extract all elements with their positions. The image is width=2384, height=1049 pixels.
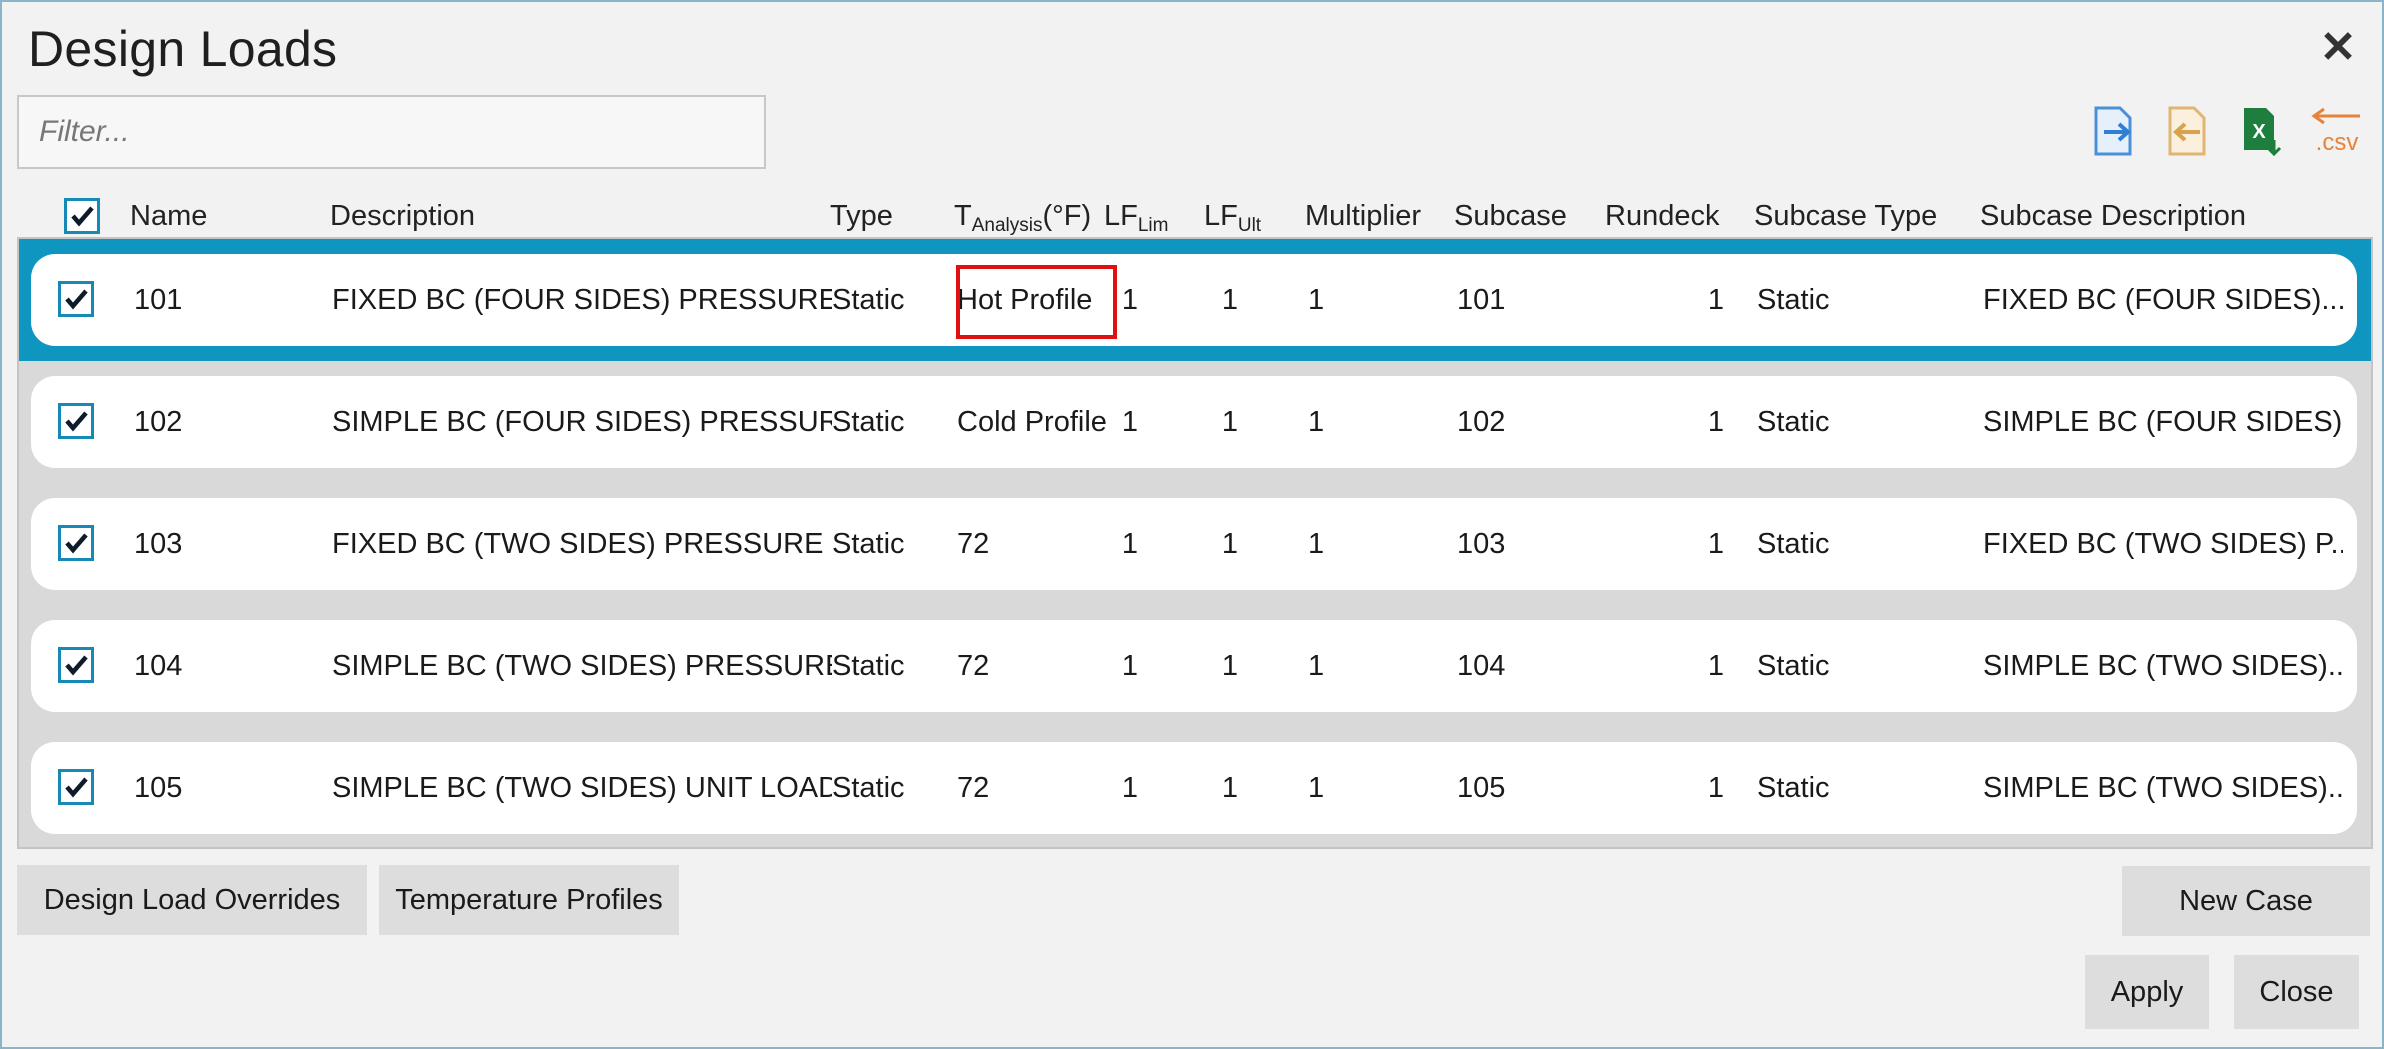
cell-subcase: 102 [1457,406,1506,438]
table-row[interactable]: 104 SIMPLE BC (TWO SIDES) PRESSURE Stati… [31,620,2357,712]
cell-lf-ult: 1 [1221,772,1238,804]
row-checkbox[interactable] [58,281,94,317]
cell-description: SIMPLE BC (FOUR SIDES) PRESSURE [332,406,832,438]
table-row[interactable]: 102 SIMPLE BC (FOUR SIDES) PRESSURE Stat… [31,376,2357,468]
lf-ult-sub: Ult [1237,215,1262,236]
cell-name: 103 [134,528,183,560]
cell-t-analysis[interactable]: 72 [957,742,1110,834]
cell-description: FIXED BC (FOUR SIDES) PRESSURE [332,284,832,316]
apply-button[interactable]: Apply [2085,955,2209,1029]
csv-label: .csv [2316,129,2359,156]
temperature-profiles-button[interactable]: Temperature Profiles [379,865,679,935]
cell-subcase-description: SIMPLE BC (TWO SIDES)... [1983,650,2343,682]
cell-description: FIXED BC (TWO SIDES) PRESSURE [332,528,824,560]
cell-multiplier: 1 [1308,772,1325,804]
table-row[interactable]: 105 SIMPLE BC (TWO SIDES) UNIT LOAD Stat… [31,742,2357,834]
csv-import-icon[interactable]: .csv [2306,106,2366,156]
dialog-title: Design Loads [28,21,338,77]
cell-name: 104 [134,650,183,682]
col-header-lf-lim[interactable]: LFLim [1104,200,1168,237]
cell-name: 102 [134,406,183,438]
close-icon[interactable]: ✕ [2318,26,2358,70]
cell-multiplier: 1 [1308,406,1325,438]
cell-subcase-type: Static [1757,406,1830,438]
cell-lf-ult: 1 [1221,650,1238,682]
cell-subcase-type: Static [1757,772,1830,804]
new-case-button[interactable]: New Case [2122,866,2370,936]
cell-subcase: 101 [1457,284,1506,316]
excel-export-icon[interactable]: X [2240,106,2284,157]
import-icon[interactable] [2166,106,2210,156]
cell-subcase: 103 [1457,528,1506,560]
cell-multiplier: 1 [1308,528,1325,560]
col-header-name[interactable]: Name [130,200,207,233]
row-checkbox[interactable] [58,403,94,439]
cell-lf-ult: 1 [1221,528,1238,560]
col-header-subcase-type[interactable]: Subcase Type [1754,200,1937,233]
t-analysis-unit: (°F) [1042,200,1092,232]
design-load-overrides-button[interactable]: Design Load Overrides [17,865,367,935]
cell-type: Static [832,284,905,316]
cell-rundeck: 1 [1707,650,1724,682]
t-analysis-sub: Analysis [971,215,1043,236]
cell-multiplier: 1 [1308,650,1325,682]
select-all-checkbox[interactable] [64,198,100,234]
cell-subcase-type: Static [1757,650,1830,682]
col-header-subcase-description[interactable]: Subcase Description [1980,200,2246,233]
design-loads-dialog: Design Loads ✕ X .csv Name [0,0,2384,1049]
table-row[interactable]: 101 FIXED BC (FOUR SIDES) PRESSURE Stati… [31,254,2357,346]
lf-lim-sub: Lim [1137,215,1169,236]
close-button[interactable]: Close [2234,955,2359,1029]
cell-rundeck: 1 [1707,528,1724,560]
col-header-rundeck[interactable]: Rundeck [1605,200,1719,233]
col-header-subcase[interactable]: Subcase [1454,200,1567,233]
cell-subcase-description: FIXED BC (TWO SIDES) P... [1983,528,2343,560]
cell-rundeck: 1 [1707,406,1724,438]
lf-ult-main: LF [1204,200,1238,232]
cell-type: Static [832,406,905,438]
cell-subcase-description: SIMPLE BC (FOUR SIDES)... [1983,406,2343,438]
cell-lf-lim: 1 [1121,406,1138,438]
cell-subcase-description: FIXED BC (FOUR SIDES)... [1983,284,2343,316]
filter-input[interactable] [17,95,766,169]
lf-lim-main: LF [1104,200,1138,232]
cell-subcase-type: Static [1757,284,1830,316]
export-icon[interactable] [2092,106,2136,156]
col-header-multiplier[interactable]: Multiplier [1305,200,1421,233]
cell-type: Static [832,650,905,682]
cell-subcase: 105 [1457,772,1506,804]
cell-rundeck: 1 [1707,284,1724,316]
cell-description: SIMPLE BC (TWO SIDES) UNIT LOAD [332,772,832,804]
cell-rundeck: 1 [1707,772,1724,804]
cell-type: Static [832,772,905,804]
cell-multiplier: 1 [1308,284,1325,316]
col-header-t-analysis[interactable]: TAnalysis(°F) [954,200,1091,237]
cell-t-analysis[interactable]: 72 [957,620,1110,712]
cell-lf-lim: 1 [1121,772,1138,804]
cell-description: SIMPLE BC (TWO SIDES) PRESSURE [332,650,832,682]
design-loads-grid: 101 FIXED BC (FOUR SIDES) PRESSURE Stati… [17,237,2373,849]
cell-lf-lim: 1 [1121,650,1138,682]
highlight-box [956,265,1117,339]
col-header-description[interactable]: Description [330,200,475,233]
cell-subcase: 104 [1457,650,1506,682]
row-checkbox[interactable] [58,525,94,561]
cell-name: 105 [134,772,183,804]
cell-subcase-description: SIMPLE BC (TWO SIDES)... [1983,772,2343,804]
table-row[interactable]: 103 FIXED BC (TWO SIDES) PRESSURE Static… [31,498,2357,590]
cell-name: 101 [134,284,183,316]
cell-type: Static [832,528,905,560]
row-checkbox[interactable] [58,647,94,683]
col-header-type[interactable]: Type [830,200,893,233]
cell-subcase-type: Static [1757,528,1830,560]
cell-t-analysis[interactable]: Cold Profile [957,376,1110,468]
t-analysis-main: T [954,200,972,232]
cell-lf-ult: 1 [1221,284,1238,316]
col-header-lf-ult[interactable]: LFUlt [1204,200,1261,237]
cell-t-analysis[interactable]: 72 [957,498,1110,590]
excel-letter: X [2252,121,2266,143]
cell-lf-ult: 1 [1221,406,1238,438]
cell-lf-lim: 1 [1121,528,1138,560]
row-checkbox[interactable] [58,769,94,805]
